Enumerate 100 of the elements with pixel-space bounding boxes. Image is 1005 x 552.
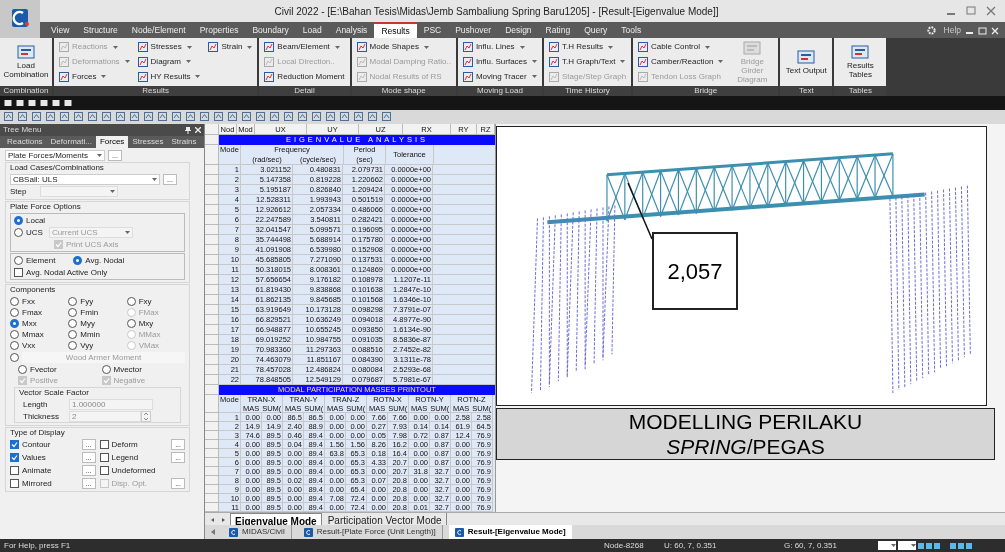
radio-button[interactable]: [68, 341, 78, 351]
ribbon-button[interactable]: Forces: [59, 69, 130, 84]
checkbox[interactable]: [10, 479, 19, 489]
close-icon[interactable]: [195, 127, 201, 134]
menu-tab[interactable]: Analysis: [328, 22, 375, 38]
toolbar-icon[interactable]: [158, 112, 167, 122]
checkbox[interactable]: [99, 453, 109, 463]
menu-tab[interactable]: View: [44, 22, 77, 38]
dropdown[interactable]: Plate Forces/Moments: [5, 150, 105, 162]
panel-tab[interactable]: Forces: [95, 136, 129, 149]
ribbon-button[interactable]: Moving Tracer: [462, 69, 538, 84]
ribbon-button[interactable]: Stresses: [137, 40, 201, 55]
menu-tab[interactable]: Structure: [76, 22, 125, 38]
unit-dropdown[interactable]: [898, 541, 916, 551]
window-controls-icon[interactable]: [965, 27, 1001, 35]
ribbon-button[interactable]: Cable Control: [638, 40, 724, 55]
radio-button[interactable]: [126, 319, 136, 329]
length-field[interactable]: 1.000000: [69, 399, 153, 411]
radio-button[interactable]: [68, 308, 78, 318]
unit-dropdown[interactable]: [878, 541, 896, 551]
toolbar-icon[interactable]: [172, 112, 181, 122]
radio-button[interactable]: [101, 365, 111, 375]
radio-button[interactable]: [10, 330, 19, 340]
menu-tab[interactable]: Design: [498, 22, 539, 38]
toolbar-icon[interactable]: [144, 112, 153, 122]
menu-tab[interactable]: PSC: [416, 22, 449, 38]
radio-button[interactable]: [68, 297, 78, 307]
ribbon-button[interactable]: HY Results: [137, 69, 201, 84]
menu-tab[interactable]: Properties: [192, 22, 246, 38]
dropdown[interactable]: CBSall: ULS: [10, 174, 160, 186]
toolbar-icon[interactable]: [340, 112, 349, 122]
radio-button[interactable]: [68, 319, 78, 329]
ribbon-button[interactable]: Beam/Element: [264, 40, 345, 55]
toolbar-icon[interactable]: [298, 112, 307, 122]
toolbar-icon[interactable]: [228, 112, 237, 122]
ribbon-button[interactable]: Diagram: [137, 55, 201, 69]
toolbar-icon[interactable]: [88, 112, 97, 122]
toolbar-icon[interactable]: [326, 112, 335, 122]
menu-tab[interactable]: Pushover: [448, 22, 499, 38]
ribbon-button[interactable]: T.H Results: [549, 40, 627, 55]
checkbox[interactable]: [10, 466, 19, 476]
toolbar-icon[interactable]: [18, 112, 27, 122]
checkbox[interactable]: [10, 440, 19, 450]
menu-tab[interactable]: Query: [577, 22, 615, 38]
thickness-field[interactable]: 2: [69, 411, 141, 423]
app-logo-icon[interactable]: [0, 0, 40, 38]
toolbar-icon[interactable]: [116, 112, 125, 122]
toolbar-icon[interactable]: [214, 112, 223, 122]
pin-icon[interactable]: [185, 126, 191, 134]
radio-button[interactable]: [73, 256, 83, 266]
row-header[interactable]: [205, 503, 219, 513]
settings-icon[interactable]: [926, 26, 936, 35]
toolbar-icon[interactable]: [60, 112, 69, 122]
panel-tab[interactable]: Stresses: [128, 136, 168, 149]
help-menu[interactable]: Help: [939, 22, 965, 38]
spinner-icon[interactable]: [141, 411, 151, 423]
toolbar-icon[interactable]: [200, 112, 209, 122]
radio-button[interactable]: [10, 297, 19, 307]
toolbar-icon[interactable]: [312, 112, 321, 122]
checkbox[interactable]: [14, 268, 23, 278]
toolbar-icon[interactable]: [382, 112, 391, 122]
toolbar-icon[interactable]: [4, 112, 13, 122]
menu-tab[interactable]: Tools: [614, 22, 649, 38]
radio-button[interactable]: [14, 216, 23, 226]
menu-tab[interactable]: Load: [295, 22, 329, 38]
ribbon-button[interactable]: T.H Graph/Text: [549, 55, 627, 69]
checkbox[interactable]: [99, 466, 109, 476]
ribbon-button[interactable]: Reduction Moment: [264, 69, 345, 84]
ribbon-button[interactable]: Mode Shapes: [356, 40, 451, 55]
toolbar-icon[interactable]: [368, 112, 377, 122]
toolbar-icon[interactable]: [186, 112, 195, 122]
sheet-tab[interactable]: Eigenvalue Mode: [230, 513, 322, 526]
window-controls-icon[interactable]: [945, 6, 997, 16]
document-tab[interactable]: Result-[Eigenvalue Mode]: [448, 525, 572, 540]
radio-button[interactable]: [10, 319, 19, 329]
toolbar-icon[interactable]: [32, 112, 41, 122]
toolbar-icon[interactable]: [354, 112, 363, 122]
menu-tab[interactable]: Boundary: [245, 22, 296, 38]
toolbar-icon[interactable]: [256, 112, 265, 122]
checkbox[interactable]: [99, 440, 109, 450]
ribbon-button[interactable]: Influ. Surfaces: [462, 55, 538, 69]
radio-button[interactable]: [10, 308, 19, 318]
radio-button[interactable]: [68, 330, 78, 340]
menu-tab[interactable]: Results: [374, 22, 417, 38]
radio-button[interactable]: [10, 341, 19, 351]
menu-tab[interactable]: Node/Element: [124, 22, 193, 38]
panel-tab[interactable]: Strains: [167, 136, 201, 149]
tab-scroll-icon[interactable]: [209, 528, 217, 537]
panel-tab[interactable]: Reactions: [3, 136, 47, 149]
toolbar-icon[interactable]: [242, 112, 251, 122]
toolbar-icon[interactable]: [284, 112, 293, 122]
ribbon-button[interactable]: Strain: [208, 40, 253, 55]
ribbon-button[interactable]: Camber/Reaction: [638, 55, 724, 69]
radio-button[interactable]: [18, 365, 27, 375]
toolbar-icon[interactable]: [74, 112, 83, 122]
toolbar-icon[interactable]: [130, 112, 139, 122]
radio-button[interactable]: [14, 228, 23, 238]
radio-button[interactable]: [14, 256, 23, 266]
toolbar-icon[interactable]: [102, 112, 111, 122]
checkbox[interactable]: [10, 453, 19, 463]
